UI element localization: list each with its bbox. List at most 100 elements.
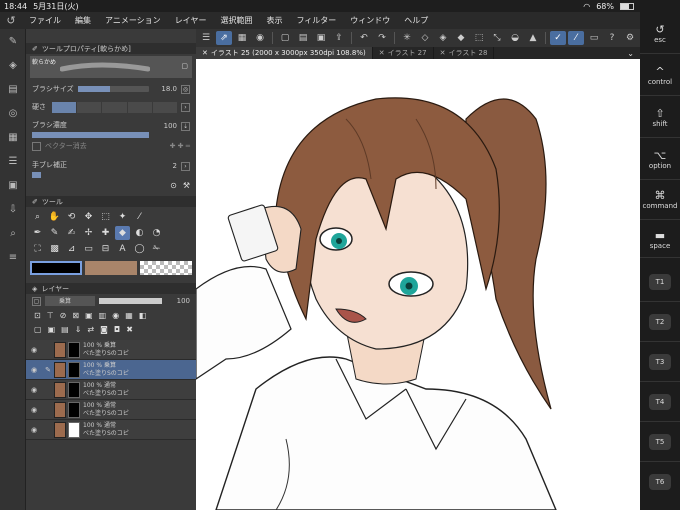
transfer-icon[interactable]: ⇄ [87,325,94,334]
open-file-icon[interactable]: ▤ [295,31,311,45]
save-icon[interactable]: ▣ [313,31,329,45]
density-option-icon[interactable]: ⇣ [181,121,190,131]
menu-view[interactable]: 表示 [259,15,289,26]
pen-tool-icon[interactable]: ✎ [0,29,26,53]
eraser-icon[interactable]: ◆ [115,226,130,240]
transparent-color-swatch[interactable] [140,261,192,275]
main-color-swatch[interactable] [30,261,83,275]
menu-file[interactable]: ファイル [22,15,68,26]
space-key[interactable]: ▬ space [640,222,680,258]
menu-icon[interactable]: ☰ [198,31,214,45]
material-icon[interactable]: ▦ [0,125,26,149]
eyedropper-tool-icon[interactable]: ⁄ [132,210,147,224]
sub-color-swatch[interactable] [85,261,138,275]
snap-special-icon[interactable]: ⁄ [568,31,584,45]
tab-illust-28[interactable]: ✕ イラスト 28 [434,47,495,59]
layer-row[interactable]: ◉ 100 % 通常 べた塗りSのコピ [26,400,196,420]
stack-icon[interactable]: ≡ [0,245,26,269]
lock-icon[interactable]: ▢ [181,62,188,70]
eye-icon[interactable]: ◉ [26,366,42,374]
eye-icon[interactable]: ◉ [26,426,42,434]
draft-icon[interactable]: ⊘ [60,311,67,320]
option-key[interactable]: ⌥ option [640,140,680,180]
menu-animation[interactable]: アニメーション [98,15,168,26]
navigator-icon[interactable]: ◎ [0,101,26,125]
chevron-down-icon[interactable]: ⌄ [627,49,634,58]
brush-size-option-icon[interactable]: ◎ [181,84,190,94]
clear-icon[interactable]: ◇ [417,31,433,45]
shift-key[interactable]: ⇧ shift [640,98,680,138]
wand-tool-icon[interactable]: ✦ [115,210,130,224]
t1-key[interactable]: T1 [640,262,680,302]
gradient-icon[interactable]: ▩ [47,242,62,256]
layer-row[interactable]: ◉ 100 % 通常 べた塗りSのコピ [26,420,196,440]
fill-tool-icon[interactable]: ◔ [149,226,164,240]
frame-icon[interactable]: ▭ [81,242,96,256]
menu-edit[interactable]: 編集 [68,15,98,26]
share-icon[interactable]: ⇪ [331,31,347,45]
quick-access-icon[interactable]: ⇗ [216,31,232,45]
t5-key[interactable]: T5 [640,422,680,462]
command-key[interactable]: ⌘ command [640,180,680,220]
close-icon[interactable]: ✕ [202,49,208,57]
help-icon[interactable]: ? [604,31,620,45]
undo-icon[interactable]: ↶ [356,31,372,45]
blend-mode-select[interactable]: 乗算 [45,296,95,306]
palette-icon[interactable]: ◉ [112,311,119,320]
close-icon[interactable]: ✕ [440,49,446,57]
redo-icon[interactable]: ↷ [374,31,390,45]
mask-icon[interactable]: ◙ [100,325,108,334]
layer-row[interactable]: ◉ 100 % 通常 べた塗りSのコピ [26,380,196,400]
merge-down-icon[interactable]: ⇓ [75,325,82,334]
snap-ruler-icon[interactable]: ✓ [550,31,566,45]
opacity-slider[interactable] [99,298,162,304]
paint-icon[interactable]: ◒ [507,31,523,45]
list-icon[interactable]: ☰ [0,149,26,173]
menu-filter[interactable]: フィルター [289,15,343,26]
layer-fill-icon[interactable]: ▲ [525,31,541,45]
wrench-icon[interactable]: ⚒ [183,181,190,190]
search-icon[interactable]: ⌕ [0,221,26,245]
new-vector-icon[interactable]: ▣ [48,325,56,334]
eraser-tool-icon[interactable]: ◈ [0,53,26,77]
menu-layer[interactable]: レイヤー [168,15,214,26]
t2-key[interactable]: T2 [640,302,680,342]
blend-icon[interactable]: ◐ [132,226,147,240]
t4-key[interactable]: T4 [640,382,680,422]
new-raster-icon[interactable]: ▢ [34,325,42,334]
new-folder-icon[interactable]: ▤ [61,325,69,334]
clip-icon[interactable]: ⊡ [34,311,41,320]
eye-icon[interactable]: ◉ [26,386,42,394]
figure-icon[interactable]: ⊿ [64,242,79,256]
correction-icon[interactable]: ✁ [149,242,164,256]
vector-erase-checkbox[interactable] [32,141,41,151]
move-tool-icon[interactable]: ✥ [81,210,96,224]
timeline-icon[interactable]: ▣ [0,173,26,197]
balloon-icon[interactable]: ◯ [132,242,147,256]
layer-mini-icon[interactable]: ▤ [0,77,26,101]
eye-toggle-icon[interactable]: ◉ [252,31,268,45]
layer-property-icon[interactable]: ▢ [32,296,41,306]
app-logo-icon[interactable]: ↺ [0,12,22,29]
select-tool-icon[interactable]: ⬚ [98,210,113,224]
brush-size-slider[interactable] [77,86,149,92]
transform-icon[interactable]: ⬚ [471,31,487,45]
ruler-icon[interactable]: ⊟ [98,242,113,256]
export-icon[interactable]: ⇩ [0,197,26,221]
chevron-right-icon[interactable]: › [181,102,190,112]
close-icon[interactable]: ✕ [379,49,385,57]
layer-row[interactable]: ◉ ✎ 100 % 乗算 べた塗りSのコピ [26,360,196,380]
new-file-icon[interactable]: ▢ [277,31,293,45]
layer-row[interactable]: ◉ 100 % 乗算 べた塗りSのコピ [26,340,196,360]
deselect-icon[interactable]: ✳ [399,31,415,45]
reset-icon[interactable]: ⊙ [170,181,177,190]
menu-selection[interactable]: 選択範囲 [213,15,259,26]
mask-apply-icon[interactable]: ◘ [114,325,120,334]
text-tool-icon[interactable]: A [115,242,130,256]
zoom-tool-icon[interactable]: ⌕ [30,210,45,224]
drawing-canvas[interactable] [196,59,640,510]
airbrush-icon[interactable]: ✢ [81,226,96,240]
t6-key[interactable]: T6 [640,462,680,502]
invert-selection-icon[interactable]: ◈ [435,31,451,45]
control-key[interactable]: ^ control [640,56,680,96]
